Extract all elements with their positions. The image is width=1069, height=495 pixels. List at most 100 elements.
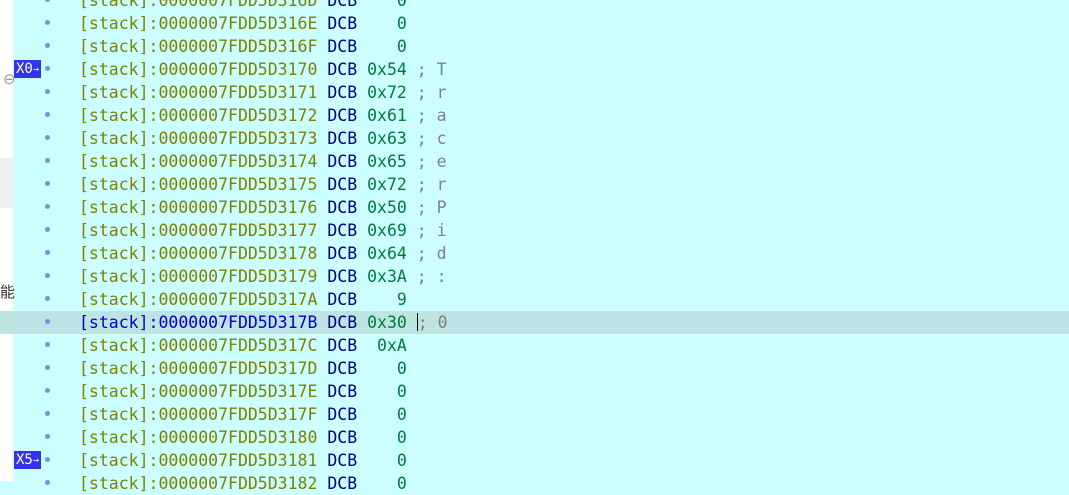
arrow-right-icon: →	[32, 455, 39, 466]
listing-line[interactable]: [stack]:0000007FDD5D3170 DCB 0x54 ; T	[0, 58, 1069, 81]
breakpoint-dot-icon[interactable]	[45, 0, 50, 2]
register-marker-x0[interactable]: X0→	[14, 60, 41, 78]
line-address[interactable]: [stack]:0000007FDD5D3174	[79, 152, 317, 171]
listing-line[interactable]: [stack]:0000007FDD5D317E DCB 0	[0, 380, 1069, 403]
line-comment: ; 0	[417, 313, 448, 332]
listing-line[interactable]: [stack]:0000007FDD5D3180 DCB 0	[0, 426, 1069, 449]
line-address[interactable]: [stack]:0000007FDD5D317A	[79, 290, 317, 309]
line-value: 0	[367, 382, 407, 401]
listing-line[interactable]: [stack]:0000007FDD5D3178 DCB 0x64 ; d	[0, 242, 1069, 265]
line-opcode: DCB	[327, 336, 358, 355]
breakpoint-dot-icon[interactable]	[45, 89, 50, 94]
breakpoint-dot-icon[interactable]	[45, 411, 50, 416]
line-address[interactable]: [stack]:0000007FDD5D3181	[79, 451, 317, 470]
line-value: 0x54	[367, 60, 407, 79]
line-opcode: DCB	[327, 60, 358, 79]
breakpoint-dot-icon[interactable]	[45, 365, 50, 370]
breakpoint-dot-icon[interactable]	[45, 181, 50, 186]
register-name: X5	[16, 452, 33, 468]
listing-line[interactable]: [stack]:0000007FDD5D317C DCB 0xA	[0, 334, 1069, 357]
line-opcode: DCB	[327, 359, 358, 378]
breakpoint-dot-icon[interactable]	[45, 135, 50, 140]
breakpoint-dot-icon[interactable]	[45, 43, 50, 48]
line-comment: ; e	[416, 152, 447, 171]
line-opcode: DCB	[327, 175, 358, 194]
line-comment: ; r	[416, 83, 447, 102]
listing-line[interactable]: [stack]:0000007FDD5D3175 DCB 0x72 ; r	[0, 173, 1069, 196]
breakpoint-dot-icon[interactable]	[45, 434, 50, 439]
register-marker-x5[interactable]: X5→	[14, 451, 41, 469]
breakpoint-dot-icon[interactable]	[45, 388, 50, 393]
breakpoint-dot-icon[interactable]	[45, 20, 50, 25]
line-opcode: DCB	[327, 14, 358, 33]
line-address[interactable]: [stack]:0000007FDD5D3177	[79, 221, 317, 240]
breakpoint-dot-icon[interactable]	[45, 296, 50, 301]
breakpoint-dot-icon[interactable]	[45, 250, 50, 255]
line-value: 0	[367, 451, 407, 470]
line-value: 0x3A	[367, 267, 407, 286]
line-comment: ; P	[416, 198, 447, 217]
line-value: 0	[367, 428, 407, 447]
line-address[interactable]: [stack]:0000007FDD5D3178	[79, 244, 317, 263]
breakpoint-dot-icon[interactable]	[45, 457, 50, 462]
listing-line[interactable]: [stack]:0000007FDD5D3172 DCB 0x61 ; a	[0, 104, 1069, 127]
line-value: 0x65	[367, 152, 407, 171]
breakpoint-dot-icon[interactable]	[45, 342, 50, 347]
line-value: 0x69	[367, 221, 407, 240]
listing-line[interactable]: [stack]:0000007FDD5D3171 DCB 0x72 ; r	[0, 81, 1069, 104]
line-address[interactable]: [stack]:0000007FDD5D3180	[79, 428, 317, 447]
listing-line[interactable]: [stack]:0000007FDD5D3177 DCB 0x69 ; i	[0, 219, 1069, 242]
line-value: 0x72	[367, 83, 407, 102]
line-opcode: DCB	[327, 198, 358, 217]
line-address[interactable]: [stack]:0000007FDD5D317E	[79, 382, 317, 401]
listing-line[interactable]: [stack]:0000007FDD5D316D DCB 0	[0, 0, 1069, 12]
breakpoint-dot-icon[interactable]	[45, 273, 50, 278]
breakpoint-dot-icon[interactable]	[45, 204, 50, 209]
line-address[interactable]: [stack]:0000007FDD5D3172	[79, 106, 317, 125]
listing-line[interactable]: [stack]:0000007FDD5D316E DCB 0	[0, 12, 1069, 35]
line-value: 0x61	[367, 106, 407, 125]
listing-line[interactable]: [stack]:0000007FDD5D3179 DCB 0x3A ; :	[0, 265, 1069, 288]
line-value: 0	[367, 0, 407, 10]
line-opcode: DCB	[327, 267, 358, 286]
line-comment: ; a	[416, 106, 447, 125]
breakpoint-dot-icon[interactable]	[45, 227, 50, 232]
line-address[interactable]: [stack]:0000007FDD5D3176	[79, 198, 317, 217]
line-address[interactable]: [stack]:0000007FDD5D317C	[79, 336, 317, 355]
listing-line-current[interactable]: [stack]:0000007FDD5D317B DCB 0x30 ; 0	[0, 311, 1069, 334]
listing-line[interactable]: [stack]:0000007FDD5D3173 DCB 0x63 ; c	[0, 127, 1069, 150]
breakpoint-dot-icon[interactable]	[45, 112, 50, 117]
line-opcode: DCB	[327, 152, 358, 171]
listing-line[interactable]: [stack]:0000007FDD5D3181 DCB 0	[0, 449, 1069, 472]
listing-line[interactable]: [stack]:0000007FDD5D3176 DCB 0x50 ; P	[0, 196, 1069, 219]
breakpoint-dot-icon[interactable]	[45, 158, 50, 163]
line-address[interactable]: [stack]:0000007FDD5D3179	[79, 267, 317, 286]
line-comment: ; :	[416, 267, 447, 286]
line-value: 0x63	[367, 129, 407, 148]
listing-line[interactable]: [stack]:0000007FDD5D316F DCB 0	[0, 35, 1069, 58]
listing-line[interactable]: [stack]:0000007FDD5D3174 DCB 0x65 ; e	[0, 150, 1069, 173]
line-address[interactable]: [stack]:0000007FDD5D3182	[79, 474, 317, 493]
line-value: 0x64	[367, 244, 407, 263]
line-address[interactable]: [stack]:0000007FDD5D316E	[79, 14, 317, 33]
listing-line[interactable]: [stack]:0000007FDD5D317D DCB 0	[0, 357, 1069, 380]
line-opcode: DCB	[327, 37, 358, 56]
breakpoint-dot-icon[interactable]	[45, 66, 50, 71]
line-opcode: DCB	[327, 83, 358, 102]
line-address[interactable]: [stack]:0000007FDD5D3171	[79, 83, 317, 102]
breakpoint-dot-icon[interactable]	[45, 319, 50, 324]
line-address[interactable]: [stack]:0000007FDD5D3170	[79, 60, 317, 79]
line-address[interactable]: [stack]:0000007FDD5D317B	[79, 313, 317, 332]
line-comment: ; c	[416, 129, 447, 148]
line-value: 0	[367, 474, 407, 493]
line-address[interactable]: [stack]:0000007FDD5D317F	[79, 405, 317, 424]
listing-line[interactable]: [stack]:0000007FDD5D317A DCB 9	[0, 288, 1069, 311]
listing-line[interactable]: [stack]:0000007FDD5D3182 DCB 0	[0, 472, 1069, 495]
line-address[interactable]: [stack]:0000007FDD5D317D	[79, 359, 317, 378]
line-value: 0	[367, 14, 407, 33]
line-address[interactable]: [stack]:0000007FDD5D3173	[79, 129, 317, 148]
listing-line[interactable]: [stack]:0000007FDD5D317F DCB 0	[0, 403, 1069, 426]
line-address[interactable]: [stack]:0000007FDD5D316F	[79, 37, 317, 56]
line-address[interactable]: [stack]:0000007FDD5D316D	[79, 0, 317, 10]
line-address[interactable]: [stack]:0000007FDD5D3175	[79, 175, 317, 194]
